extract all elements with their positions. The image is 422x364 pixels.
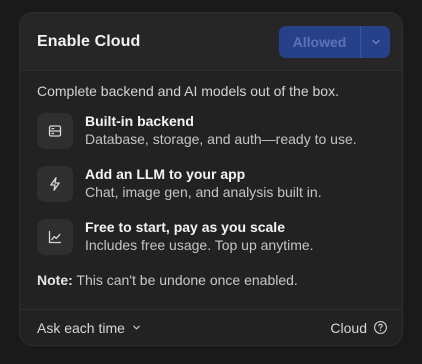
allowed-dropdown-button[interactable] [361, 26, 390, 58]
help-circle-icon [374, 321, 387, 334]
cloud-label: Cloud [330, 319, 367, 336]
feature-desc: Database, storage, and auth—ready to use… [85, 131, 357, 147]
intro-text: Complete backend and AI models out of th… [37, 83, 339, 99]
feature-title: Add an LLM to your app [85, 166, 246, 182]
panel-body: Complete backend and AI models out of th… [20, 71, 402, 288]
enable-cloud-panel: Enable Cloud Allowed Complete backend an… [19, 12, 403, 346]
chart-icon [48, 230, 62, 244]
feature-text: Built-in backend Database, storage, and … [85, 113, 357, 149]
chevron-down-icon [371, 39, 380, 44]
feature-icon-box [37, 166, 73, 202]
panel-footer: Ask each time Cloud [20, 309, 402, 345]
lightning-icon [50, 177, 60, 191]
allowed-button[interactable]: Allowed [279, 25, 361, 58]
allowed-split-button: Allowed [279, 25, 390, 58]
feature-title: Built-in backend [85, 113, 194, 129]
feature-item: Free to start, pay as you scale Includes… [37, 219, 385, 255]
panel-header: Enable Cloud Allowed [20, 13, 402, 71]
feature-desc: Includes free usage. Top up anytime. [85, 237, 314, 253]
feature-desc: Chat, image gen, and analysis built in. [85, 184, 322, 200]
note-text: Note: This can't be undone once enabled. [37, 272, 385, 288]
ask-each-time-dropdown[interactable]: Ask each time [37, 320, 142, 336]
feature-item: Built-in backend Database, storage, and … [37, 113, 385, 149]
panel-title: Enable Cloud [37, 32, 141, 50]
feature-title: Free to start, pay as you scale [85, 219, 285, 235]
feature-text: Add an LLM to your app Chat, image gen, … [85, 166, 322, 202]
server-icon [48, 125, 62, 137]
feature-icon-box [37, 219, 73, 255]
note-label: Note: [37, 272, 73, 288]
cloud-help[interactable]: Cloud [330, 320, 388, 336]
feature-text: Free to start, pay as you scale Includes… [85, 219, 314, 255]
ask-each-time-label: Ask each time [37, 319, 125, 336]
feature-item: Add an LLM to your app Chat, image gen, … [37, 166, 385, 202]
feature-icon-box [37, 113, 73, 149]
note-body: This can't be undone once enabled. [72, 272, 298, 288]
chevron-down-icon [133, 325, 140, 330]
